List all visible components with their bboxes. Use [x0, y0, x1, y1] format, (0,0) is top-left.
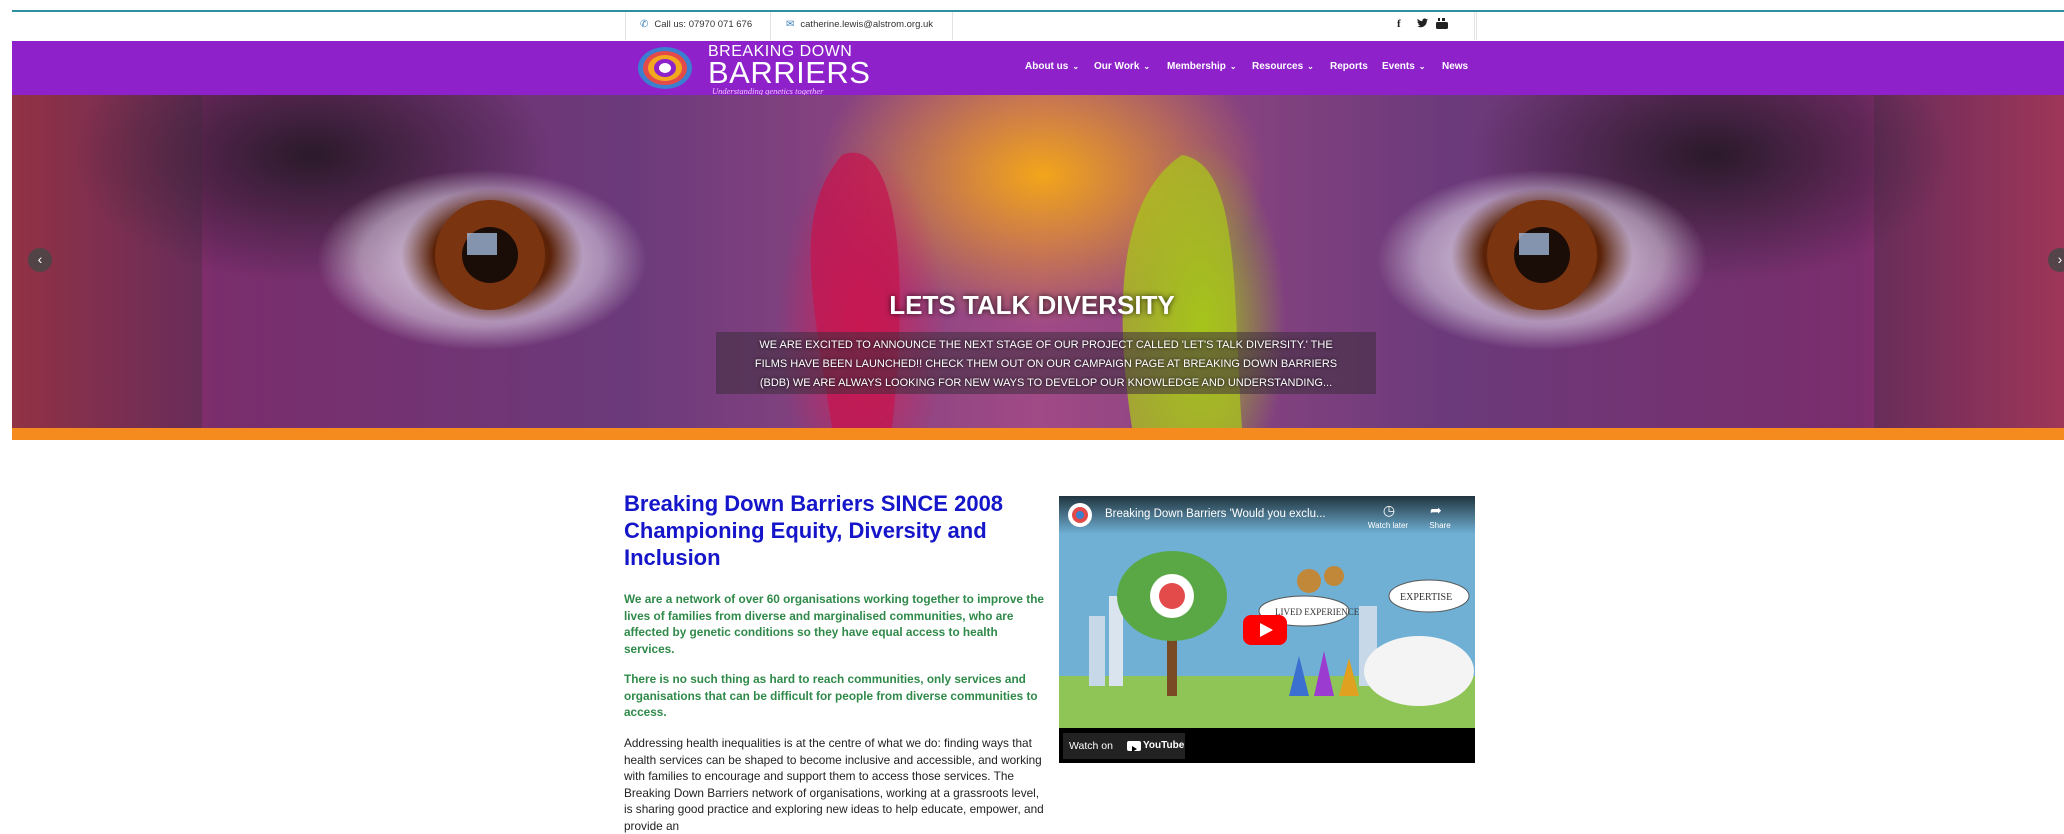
nav-events[interactable]: Events ⌄ — [1382, 61, 1426, 72]
nav-about-us[interactable]: About us ⌄ — [1025, 61, 1079, 72]
slider-prev-arrow[interactable]: ‹ — [28, 248, 52, 272]
youtube-icon — [1127, 741, 1141, 752]
expertise-label: EXPERTISE — [1400, 592, 1452, 603]
twitter-icon[interactable] — [1417, 18, 1428, 31]
intro-paragraph: We are a network of over 60 organisation… — [624, 592, 1044, 656]
email-contact[interactable]: ✉ catherine.lewis@alstrom.org.uk — [786, 19, 933, 30]
phone-text: Call us: 07970 071 676 — [654, 19, 753, 30]
phone-contact[interactable]: ✆ Call us: 07970 071 676 — [640, 19, 752, 30]
youtube-label: YouTube — [1143, 740, 1185, 751]
chevron-down-icon: ⌄ — [1143, 62, 1151, 71]
chevron-down-icon: ⌄ — [1307, 62, 1314, 71]
play-button[interactable] — [1243, 615, 1287, 645]
share-icon[interactable]: ➦ — [1430, 502, 1442, 519]
chevron-down-icon: ⌄ — [1229, 62, 1237, 71]
logo-badge-icon[interactable] — [636, 45, 694, 91]
mail-icon: ✉ — [786, 19, 795, 30]
contact-bar: ✆ Call us: 07970 071 676 ✉ catherine.lew… — [625, 12, 1477, 40]
main-headline: Breaking Down Barriers SINCE 2008 Champi… — [624, 491, 1004, 570]
watch-on-label: Watch on — [1069, 740, 1113, 752]
logo-text-main[interactable]: BARRIERS — [708, 57, 870, 88]
chevron-down-icon: ⌄ — [1418, 62, 1426, 71]
hero-caption[interactable]: WE ARE EXCITED TO ANNOUNCE THE NEXT STAG… — [716, 336, 1376, 393]
clock-icon: ◷ — [1382, 502, 1396, 518]
phone-icon: ✆ — [640, 19, 649, 30]
video-title[interactable]: Breaking Down Barriers 'Would you exclu.… — [1105, 508, 1326, 520]
orange-divider — [12, 428, 2064, 440]
youtube-icon[interactable] — [1436, 18, 1448, 32]
chevron-down-icon: ⌄ — [1072, 62, 1080, 71]
facebook-icon[interactable]: f — [1397, 18, 1401, 30]
nav-news[interactable]: News — [1442, 61, 1468, 72]
lived-experience-label: LIVED EXPERIENCE — [1275, 607, 1360, 617]
email-text: catherine.lewis@alstrom.org.uk — [800, 19, 934, 30]
reach-paragraph: There is no such thing as hard to reach … — [624, 672, 1038, 719]
watch-on-youtube-button[interactable]: Watch on YouTube — [1063, 733, 1185, 759]
watch-later-button[interactable]: ◷ — [1375, 502, 1403, 519]
share-label: Share — [1429, 521, 1451, 530]
nav-membership[interactable]: Membership ⌄ — [1167, 61, 1237, 72]
health-inequalities-paragraph: Addressing health inequalities is at the… — [624, 736, 1044, 833]
channel-avatar[interactable] — [1068, 503, 1092, 527]
nav-resources[interactable]: Resources ⌄ — [1252, 61, 1314, 72]
nav-reports[interactable]: Reports — [1330, 61, 1368, 72]
nav-our-work[interactable]: Our Work ⌄ — [1094, 61, 1150, 72]
watch-later-label: Watch later — [1367, 521, 1409, 530]
hero-title: LETS TALK DIVERSITY — [889, 290, 1175, 320]
